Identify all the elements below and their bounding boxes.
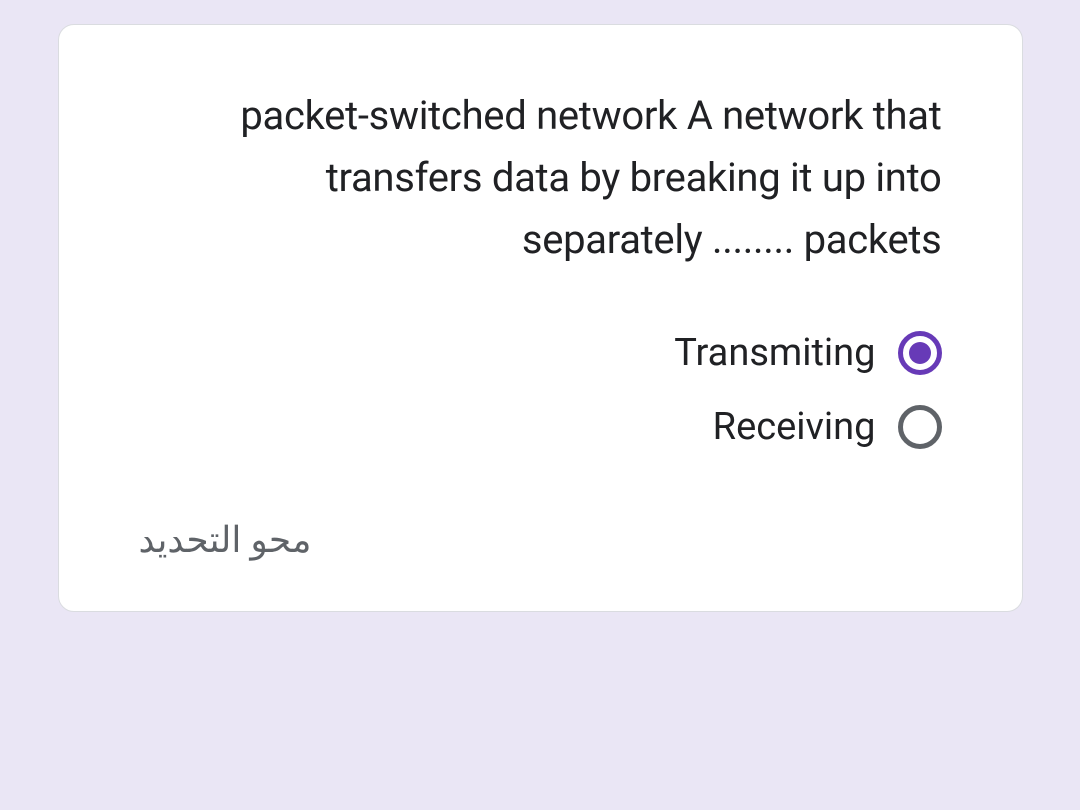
option-transmiting[interactable]: Transmiting — [674, 331, 941, 375]
radio-selected-icon — [898, 331, 942, 375]
option-label: Transmiting — [674, 331, 875, 375]
options-group: Transmiting Receiving — [139, 331, 942, 449]
option-label: Receiving — [713, 405, 876, 449]
question-card: packet-switched network A network that t… — [58, 24, 1023, 612]
option-receiving[interactable]: Receiving — [713, 405, 942, 449]
clear-selection-link[interactable]: محو التحديد — [139, 519, 312, 561]
question-text: packet-switched network A network that t… — [139, 85, 942, 271]
radio-unselected-icon — [898, 405, 942, 449]
